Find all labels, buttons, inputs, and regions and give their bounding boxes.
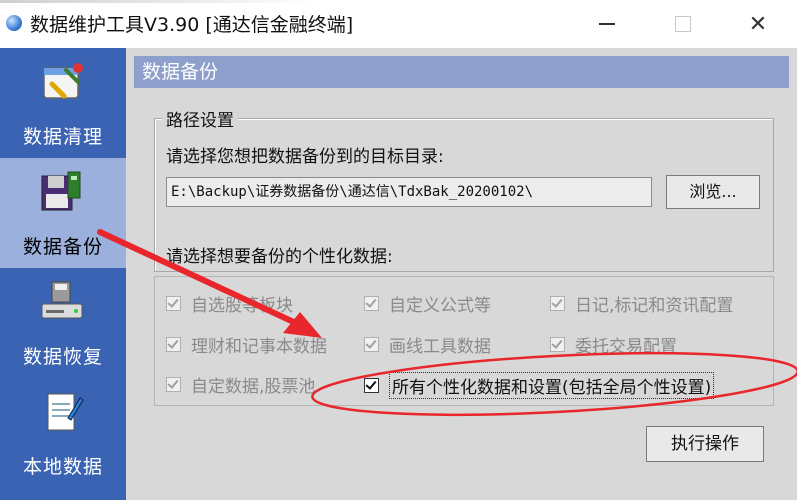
option-label: 自定义公式等: [389, 296, 491, 316]
checkbox-icon: [364, 378, 379, 393]
options-label: 请选择想要备份的个性化数据:: [166, 242, 393, 267]
option-checkbox[interactable]: 理财和记事本数据: [166, 332, 327, 357]
sidebar: 数据清理 数据备份 数据恢复 本地数据: [0, 48, 126, 500]
option-label: 自选股等板块: [191, 296, 293, 316]
option-checkbox[interactable]: 画线工具数据: [364, 332, 491, 357]
sidebar-item-backup[interactable]: 数据备份: [0, 158, 126, 268]
backup-disk-icon: [41, 171, 81, 211]
option-label: 所有个性化数据和设置(包括全局个性设置): [389, 372, 715, 399]
sidebar-item-label: 本地数据: [22, 456, 103, 478]
sidebar-item-label: 数据清理: [22, 126, 103, 148]
checkbox-icon: [166, 337, 181, 352]
checkbox-icon: [550, 337, 565, 352]
option-checkbox[interactable]: 自定义公式等: [364, 291, 491, 316]
checkbox-icon: [364, 296, 379, 311]
option-checkbox[interactable]: 日记,标记和资讯配置: [550, 291, 733, 316]
checkbox-icon: [550, 296, 565, 311]
main-panel: 数据备份 路径设置 请选择您想把数据备份到的目标目录: E:\Backup\证券…: [126, 48, 797, 500]
option-checkbox[interactable]: 自定数据,股票池: [166, 372, 315, 397]
restore-drive-icon: [41, 281, 83, 319]
browse-button[interactable]: 浏览...: [666, 175, 760, 209]
path-settings-legend: 路径设置: [162, 106, 238, 131]
checkbox-icon: [166, 296, 181, 311]
option-checkbox[interactable]: 自选股等板块: [166, 291, 293, 316]
sidebar-item-clean[interactable]: 数据清理: [0, 48, 126, 158]
section-title: 数据备份: [134, 56, 789, 88]
option-checkbox[interactable]: 委托交易配置: [550, 332, 677, 357]
clean-tools-icon: [43, 63, 83, 99]
sidebar-item-restore[interactable]: 数据恢复: [0, 268, 126, 378]
sidebar-item-local-data[interactable]: 本地数据: [0, 378, 126, 488]
option-checkbox-all-settings[interactable]: 所有个性化数据和设置(包括全局个性设置): [364, 372, 715, 399]
minimize-icon: [599, 23, 615, 25]
checkbox-icon: [166, 377, 181, 392]
title-bar: 数据维护工具V3.90 [通达信金融终端] ✕: [0, 0, 797, 48]
sidebar-item-label: 数据备份: [22, 236, 103, 258]
option-label: 自定数据,股票池: [191, 377, 316, 397]
option-label: 理财和记事本数据: [191, 337, 327, 357]
close-icon: ✕: [748, 11, 768, 37]
maximize-button[interactable]: [660, 4, 706, 44]
option-label: 委托交易配置: [575, 337, 677, 357]
minimize-button[interactable]: [584, 4, 630, 44]
target-path-field[interactable]: E:\Backup\证券数据备份\通达信\TdxBak_20200102\: [166, 177, 652, 207]
window-title: 数据维护工具V3.90 [通达信金融终端]: [30, 14, 354, 36]
notepad-icon: [47, 393, 84, 431]
maximize-icon: [675, 16, 691, 32]
execute-button[interactable]: 执行操作: [646, 426, 764, 462]
target-dir-prompt: 请选择您想把数据备份到的目标目录:: [166, 147, 444, 167]
close-button[interactable]: ✕: [735, 4, 781, 44]
option-label: 日记,标记和资讯配置: [575, 296, 734, 316]
app-icon: [6, 15, 22, 31]
option-label: 画线工具数据: [389, 337, 491, 357]
sidebar-item-label: 数据恢复: [22, 346, 103, 368]
title-bar-edge: [0, 0, 797, 3]
checkbox-icon: [364, 337, 379, 352]
